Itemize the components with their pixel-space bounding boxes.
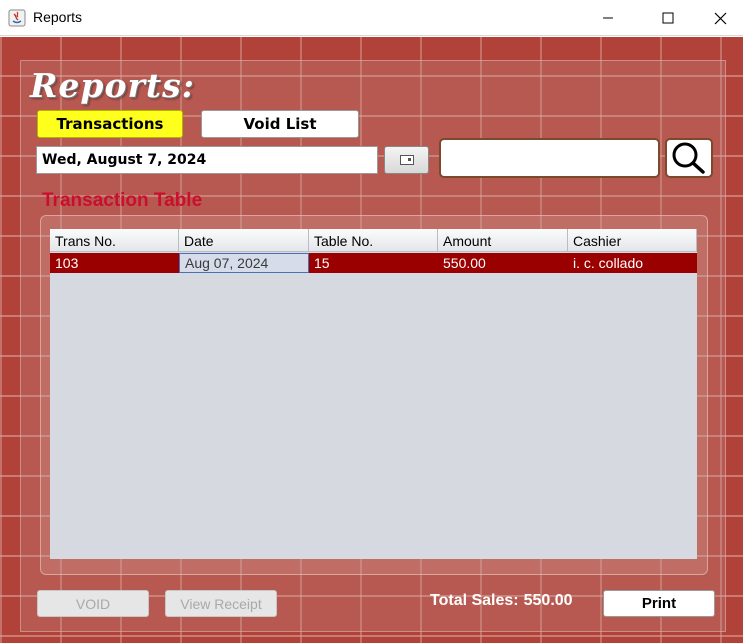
maximize-icon — [662, 12, 674, 24]
column-header-amount[interactable]: Amount — [438, 229, 568, 252]
search-button[interactable] — [665, 138, 713, 178]
maximize-button[interactable] — [643, 0, 693, 36]
window-titlebar: Reports — [0, 0, 743, 36]
column-header-date[interactable]: Date — [179, 229, 309, 252]
cell-cashier[interactable]: i. c. collado — [568, 253, 697, 273]
cell-trans-no[interactable]: 103 — [50, 253, 179, 273]
cell-date[interactable]: Aug 07, 2024 — [179, 253, 309, 273]
cell-table-no[interactable]: 15 — [309, 253, 438, 273]
table-row[interactable]: 103 Aug 07, 2024 15 550.00 i. c. collado — [50, 253, 697, 273]
search-input[interactable] — [439, 138, 660, 178]
magnifier-icon — [672, 142, 705, 174]
total-sales-label: Total Sales: — [430, 592, 519, 609]
void-button[interactable]: VOID — [37, 590, 149, 617]
java-app-icon — [8, 9, 26, 27]
column-header-trans-no[interactable]: Trans No. — [50, 229, 179, 252]
calendar-button[interactable] — [384, 146, 429, 174]
total-sales: Total Sales: 550.00 — [430, 592, 573, 610]
section-title: Transaction Table — [42, 190, 203, 211]
view-receipt-button[interactable]: View Receipt — [165, 590, 277, 617]
total-sales-value: 550.00 — [523, 592, 573, 609]
date-field[interactable]: Wed, August 7, 2024 — [36, 146, 378, 174]
calendar-icon — [399, 155, 414, 165]
window-title: Reports — [33, 9, 83, 25]
transaction-table: Trans No. Date Table No. Amount Cashier … — [50, 229, 697, 559]
tab-transactions[interactable]: Transactions — [37, 110, 183, 138]
close-icon — [714, 12, 726, 24]
table-header: Trans No. Date Table No. Amount Cashier — [50, 229, 697, 252]
tab-void-list[interactable]: Void List — [201, 110, 359, 138]
cell-amount[interactable]: 550.00 — [438, 253, 568, 273]
page-title: Reports: — [30, 66, 195, 105]
minimize-icon — [603, 17, 613, 19]
column-header-cashier[interactable]: Cashier — [568, 229, 697, 252]
print-button[interactable]: Print — [603, 590, 715, 617]
close-button[interactable] — [695, 0, 743, 36]
minimize-button[interactable] — [583, 0, 633, 36]
column-header-table-no[interactable]: Table No. — [309, 229, 438, 252]
